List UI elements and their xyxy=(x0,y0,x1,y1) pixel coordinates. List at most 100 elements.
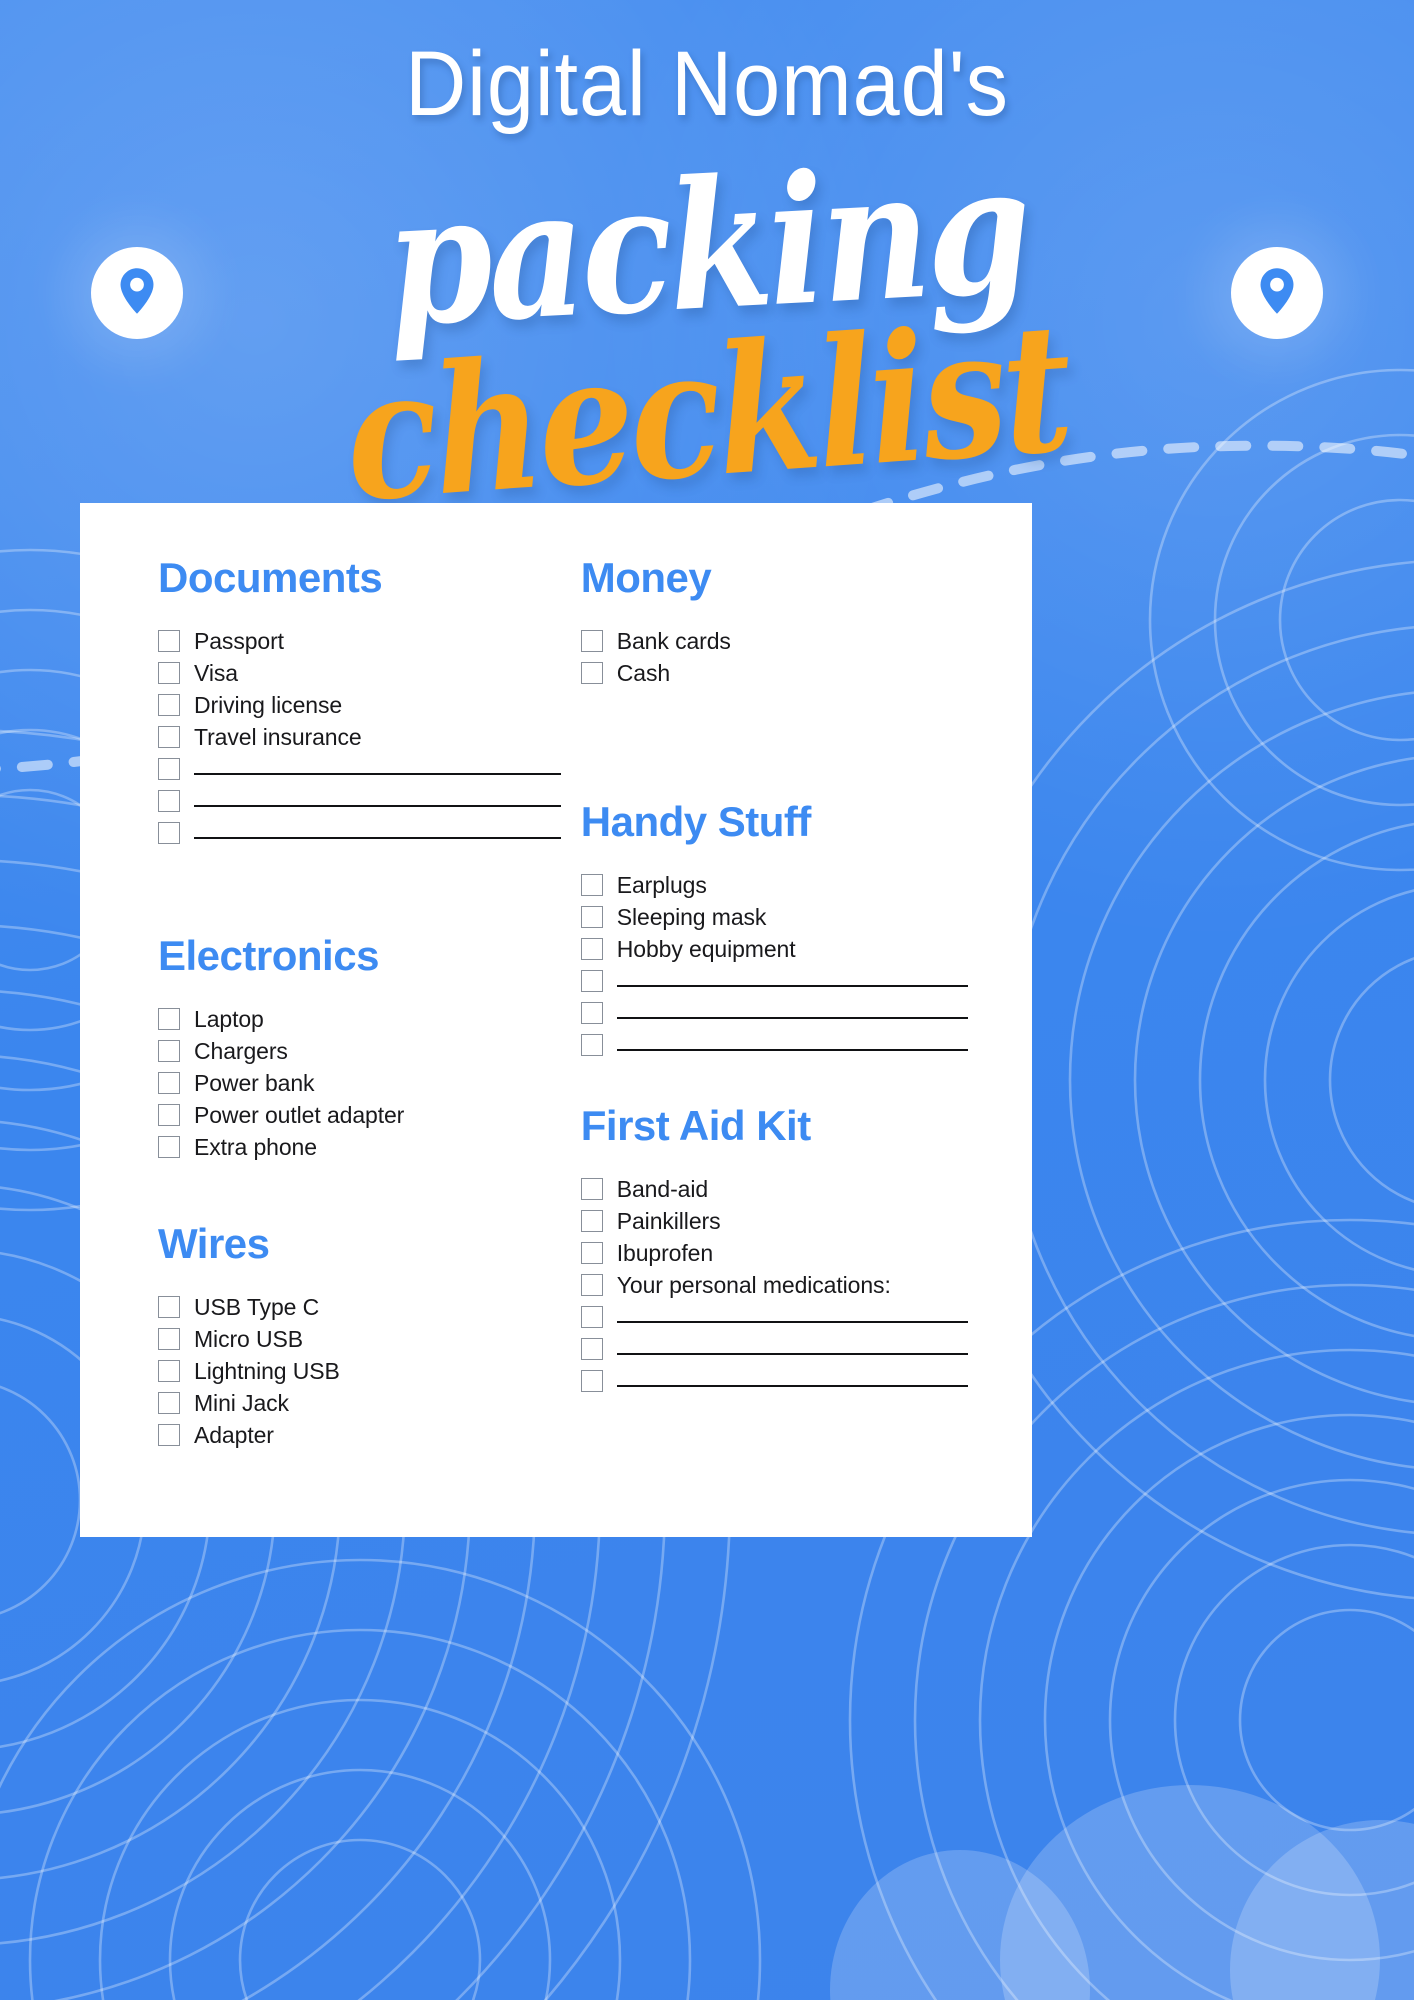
write-in-line[interactable] xyxy=(616,1320,968,1323)
list-item-label: Band-aid xyxy=(616,1175,709,1202)
write-in-line[interactable] xyxy=(616,1016,968,1019)
list-item-label: Visa xyxy=(194,659,238,686)
checkbox[interactable] xyxy=(158,1424,180,1446)
checkbox[interactable] xyxy=(158,1328,180,1350)
list-item[interactable]: Earplugs xyxy=(580,869,972,901)
list-item-label: Driving license xyxy=(194,691,343,718)
checkbox[interactable] xyxy=(158,758,180,780)
checkbox[interactable] xyxy=(158,1136,180,1158)
checkbox[interactable] xyxy=(580,1210,603,1232)
checkbox[interactable] xyxy=(580,1178,603,1200)
list-item-label: Bank cards xyxy=(616,627,731,654)
list-item[interactable]: Power bank xyxy=(158,1067,565,1099)
list-item-label: Painkillers xyxy=(616,1207,721,1234)
write-in-line[interactable] xyxy=(616,1048,968,1051)
checkbox[interactable] xyxy=(580,630,603,652)
list-item-label: Hobby equipment xyxy=(616,935,796,962)
checklist-column-left: Documents Passport Visa Driving license … xyxy=(158,557,565,1537)
write-in-line[interactable] xyxy=(194,772,561,775)
section-title-wires: Wires xyxy=(158,1220,270,1267)
list-item-blank[interactable] xyxy=(580,997,972,1029)
checkbox[interactable] xyxy=(580,906,603,928)
list-item[interactable]: Passport xyxy=(158,625,565,657)
list-item[interactable]: Hobby equipment xyxy=(580,933,972,965)
list-item[interactable]: Extra phone xyxy=(158,1131,565,1163)
checkbox[interactable] xyxy=(580,1242,603,1264)
checkbox[interactable] xyxy=(580,1034,603,1056)
list-item[interactable]: Mini Jack xyxy=(158,1387,565,1419)
list-item-label: Your personal medications: xyxy=(616,1271,891,1298)
list-item-label: Power outlet adapter xyxy=(194,1101,405,1128)
list-item-blank[interactable] xyxy=(158,753,565,785)
map-pin-icon xyxy=(117,267,157,320)
packing-checklist-poster: Digital Nomad's packing checklist by @Di… xyxy=(0,0,1414,2000)
item-list-money: Bank cards Cash xyxy=(580,625,972,689)
checkbox[interactable] xyxy=(580,1306,603,1328)
list-item-blank[interactable] xyxy=(580,965,972,997)
checkbox[interactable] xyxy=(158,1008,180,1030)
item-list-first-aid-kit: Band-aid Painkillers Ibuprofen Your pers… xyxy=(580,1173,972,1397)
section-electronics: Electronics Laptop Chargers Power bank P… xyxy=(158,935,565,1163)
section-money: Money Bank cards Cash xyxy=(580,557,972,689)
checkbox[interactable] xyxy=(580,1338,603,1360)
list-item[interactable]: Lightning USB xyxy=(158,1355,565,1387)
checkbox[interactable] xyxy=(158,790,180,812)
list-item-label: Power bank xyxy=(194,1069,315,1096)
checkbox[interactable] xyxy=(580,1370,603,1392)
checkbox[interactable] xyxy=(580,970,603,992)
list-item[interactable]: Your personal medications: xyxy=(580,1269,972,1301)
list-item[interactable]: Bank cards xyxy=(580,625,972,657)
checkbox[interactable] xyxy=(158,1360,180,1382)
list-item-blank[interactable] xyxy=(580,1029,972,1061)
checkbox[interactable] xyxy=(158,1104,180,1126)
write-in-line[interactable] xyxy=(616,1384,968,1387)
list-item[interactable]: Band-aid xyxy=(580,1173,972,1205)
write-in-line[interactable] xyxy=(194,836,561,839)
checkbox[interactable] xyxy=(158,1296,180,1318)
list-item[interactable]: Sleeping mask xyxy=(580,901,972,933)
checkbox[interactable] xyxy=(158,1392,180,1414)
checkbox[interactable] xyxy=(580,1002,603,1024)
list-item-label: Passport xyxy=(194,627,284,654)
checkbox[interactable] xyxy=(580,1274,603,1296)
checkbox[interactable] xyxy=(580,938,603,960)
write-in-line[interactable] xyxy=(616,984,968,987)
section-title-first-aid-kit: First Aid Kit xyxy=(580,1102,811,1149)
checkbox[interactable] xyxy=(158,662,180,684)
list-item-blank[interactable] xyxy=(580,1301,972,1333)
checkbox[interactable] xyxy=(158,630,180,652)
list-item[interactable]: Power outlet adapter xyxy=(158,1099,565,1131)
list-item[interactable]: Adapter xyxy=(158,1419,565,1451)
list-item[interactable]: Visa xyxy=(158,657,565,689)
list-item[interactable]: Laptop xyxy=(158,1003,565,1035)
checkbox[interactable] xyxy=(158,726,180,748)
checkbox[interactable] xyxy=(580,662,603,684)
list-item[interactable]: Chargers xyxy=(158,1035,565,1067)
checkbox[interactable] xyxy=(158,1040,180,1062)
list-item-blank[interactable] xyxy=(580,1333,972,1365)
checkbox[interactable] xyxy=(580,874,603,896)
list-item-blank[interactable] xyxy=(158,817,565,849)
write-in-line[interactable] xyxy=(194,804,561,807)
list-item[interactable]: Travel insurance xyxy=(158,721,565,753)
list-item[interactable]: Micro USB xyxy=(158,1323,565,1355)
list-item-label: Mini Jack xyxy=(194,1389,289,1416)
list-item-blank[interactable] xyxy=(158,785,565,817)
list-item-label: Chargers xyxy=(194,1037,288,1064)
checkbox[interactable] xyxy=(158,822,180,844)
map-pin-badge-right xyxy=(1231,247,1323,339)
list-item-label: Extra phone xyxy=(194,1133,317,1160)
checkbox[interactable] xyxy=(158,1072,180,1094)
map-pin-badge-left xyxy=(91,247,183,339)
checkbox[interactable] xyxy=(158,694,180,716)
list-item[interactable]: Cash xyxy=(580,657,972,689)
list-item[interactable]: Driving license xyxy=(158,689,565,721)
list-item[interactable]: Ibuprofen xyxy=(580,1237,972,1269)
write-in-line[interactable] xyxy=(616,1352,968,1355)
list-item[interactable]: Painkillers xyxy=(580,1205,972,1237)
section-title-electronics: Electronics xyxy=(158,932,379,979)
list-item[interactable]: USB Type C xyxy=(158,1291,565,1323)
list-item-blank[interactable] xyxy=(580,1365,972,1397)
